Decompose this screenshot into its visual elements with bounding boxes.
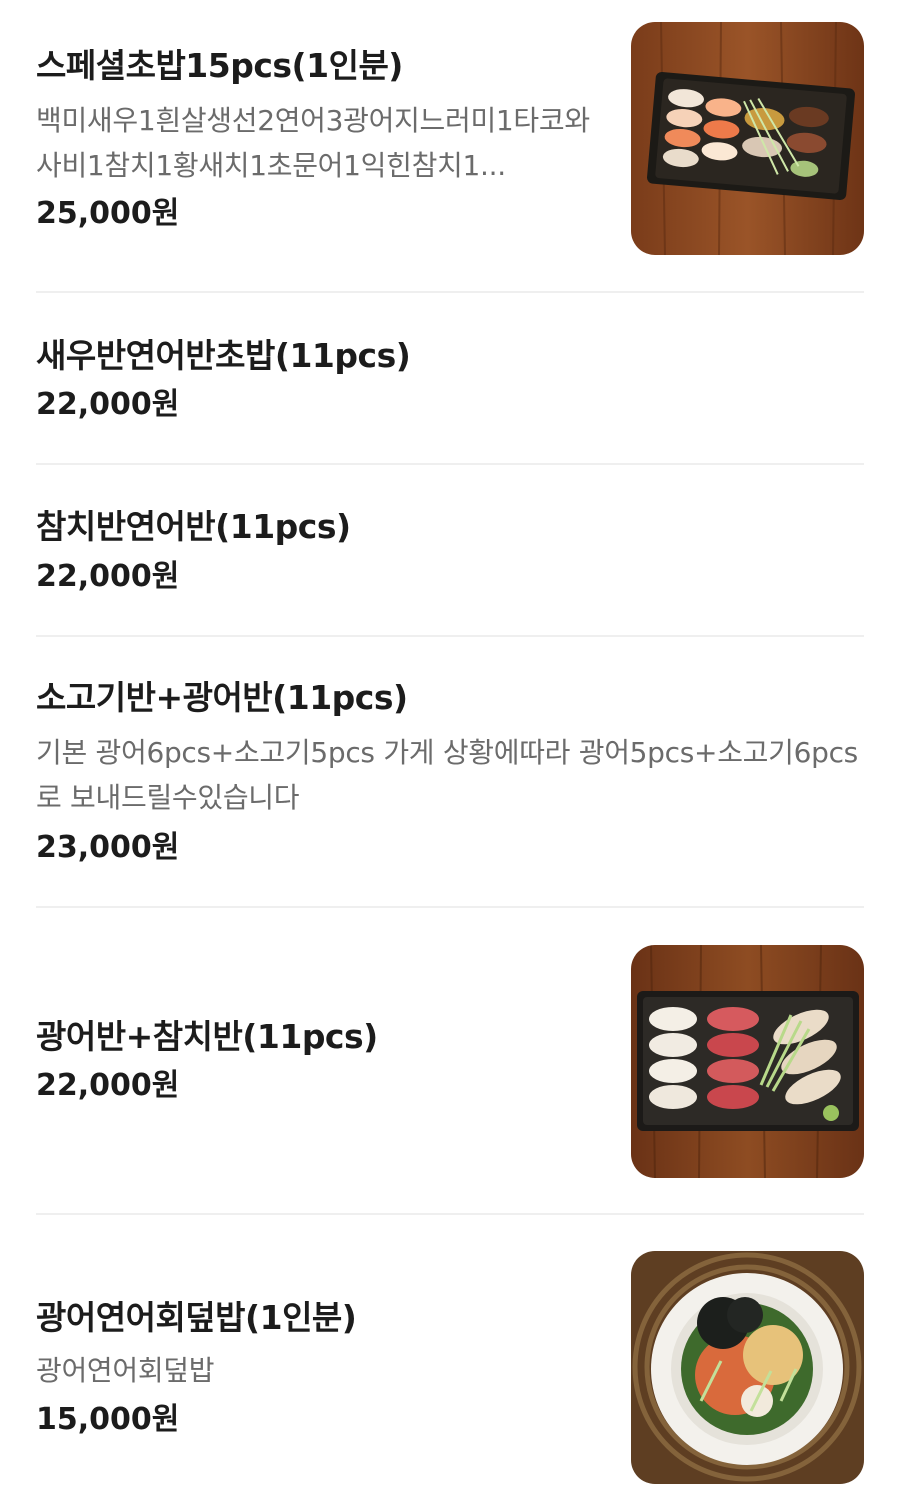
menu-list: 스페셜초밥15pcs(1인분) 백미새우1흰살생선2연어3광어지느러미1타코와사… [0,0,900,1506]
menu-item-name: 새우반연어반초밥(11pcs) [36,336,411,375]
menu-item-name: 광어반+참치반(11pcs) [36,1017,378,1056]
menu-item-shrimp-salmon-sushi[interactable]: 새우반연어반초밥(11pcs) 22,000원 [0,293,900,464]
flatfish-tuna-sushi-photo [631,945,864,1178]
menu-item-beef-flatfish[interactable]: 소고기반+광어반(11pcs) 기본 광어6pcs+소고기5pcs 가게 상황에… [0,637,900,907]
menu-item-name: 광어연어회덮밥(1인분) [36,1298,357,1337]
menu-item-name: 스페셜초밥15pcs(1인분) [36,46,403,85]
menu-item-special-sushi[interactable]: 스페셜초밥15pcs(1인분) 백미새우1흰살생선2연어3광어지느러미1타코와사… [0,0,900,292]
menu-item-flatfish-tuna[interactable]: 광어반+참치반(11pcs) 22,000원 [0,908,900,1214]
menu-item-price: 25,000원 [36,196,180,231]
menu-item-description: 기본 광어6pcs+소고기5pcs 가게 상황에따라 광어5pcs+소고기6pc… [36,736,858,814]
sushi-platter-photo [631,22,864,255]
menu-item-price: 22,000원 [36,1068,180,1103]
menu-item-price: 15,000원 [36,1402,180,1437]
menu-item-price: 23,000원 [36,830,180,865]
menu-item-raw-fish-bowl[interactable]: 광어연어회덮밥(1인분) 광어연어회덮밥 15,000원 [0,1215,900,1506]
menu-item-description: 광어연어회덮밥 [36,1354,215,1387]
menu-item-name: 소고기반+광어반(11pcs) [36,678,408,717]
menu-item-price: 22,000원 [36,387,180,422]
menu-item-price: 22,000원 [36,559,180,594]
menu-item-name: 참치반연어반(11pcs) [36,507,351,546]
raw-fish-rice-bowl-photo [631,1251,864,1484]
menu-item-description: 백미새우1흰살생선2연어3광어지느러미1타코와사비1참치1황새치1초문어1익힌참… [36,104,590,182]
menu-item-tuna-salmon[interactable]: 참치반연어반(11pcs) 22,000원 [0,465,900,636]
